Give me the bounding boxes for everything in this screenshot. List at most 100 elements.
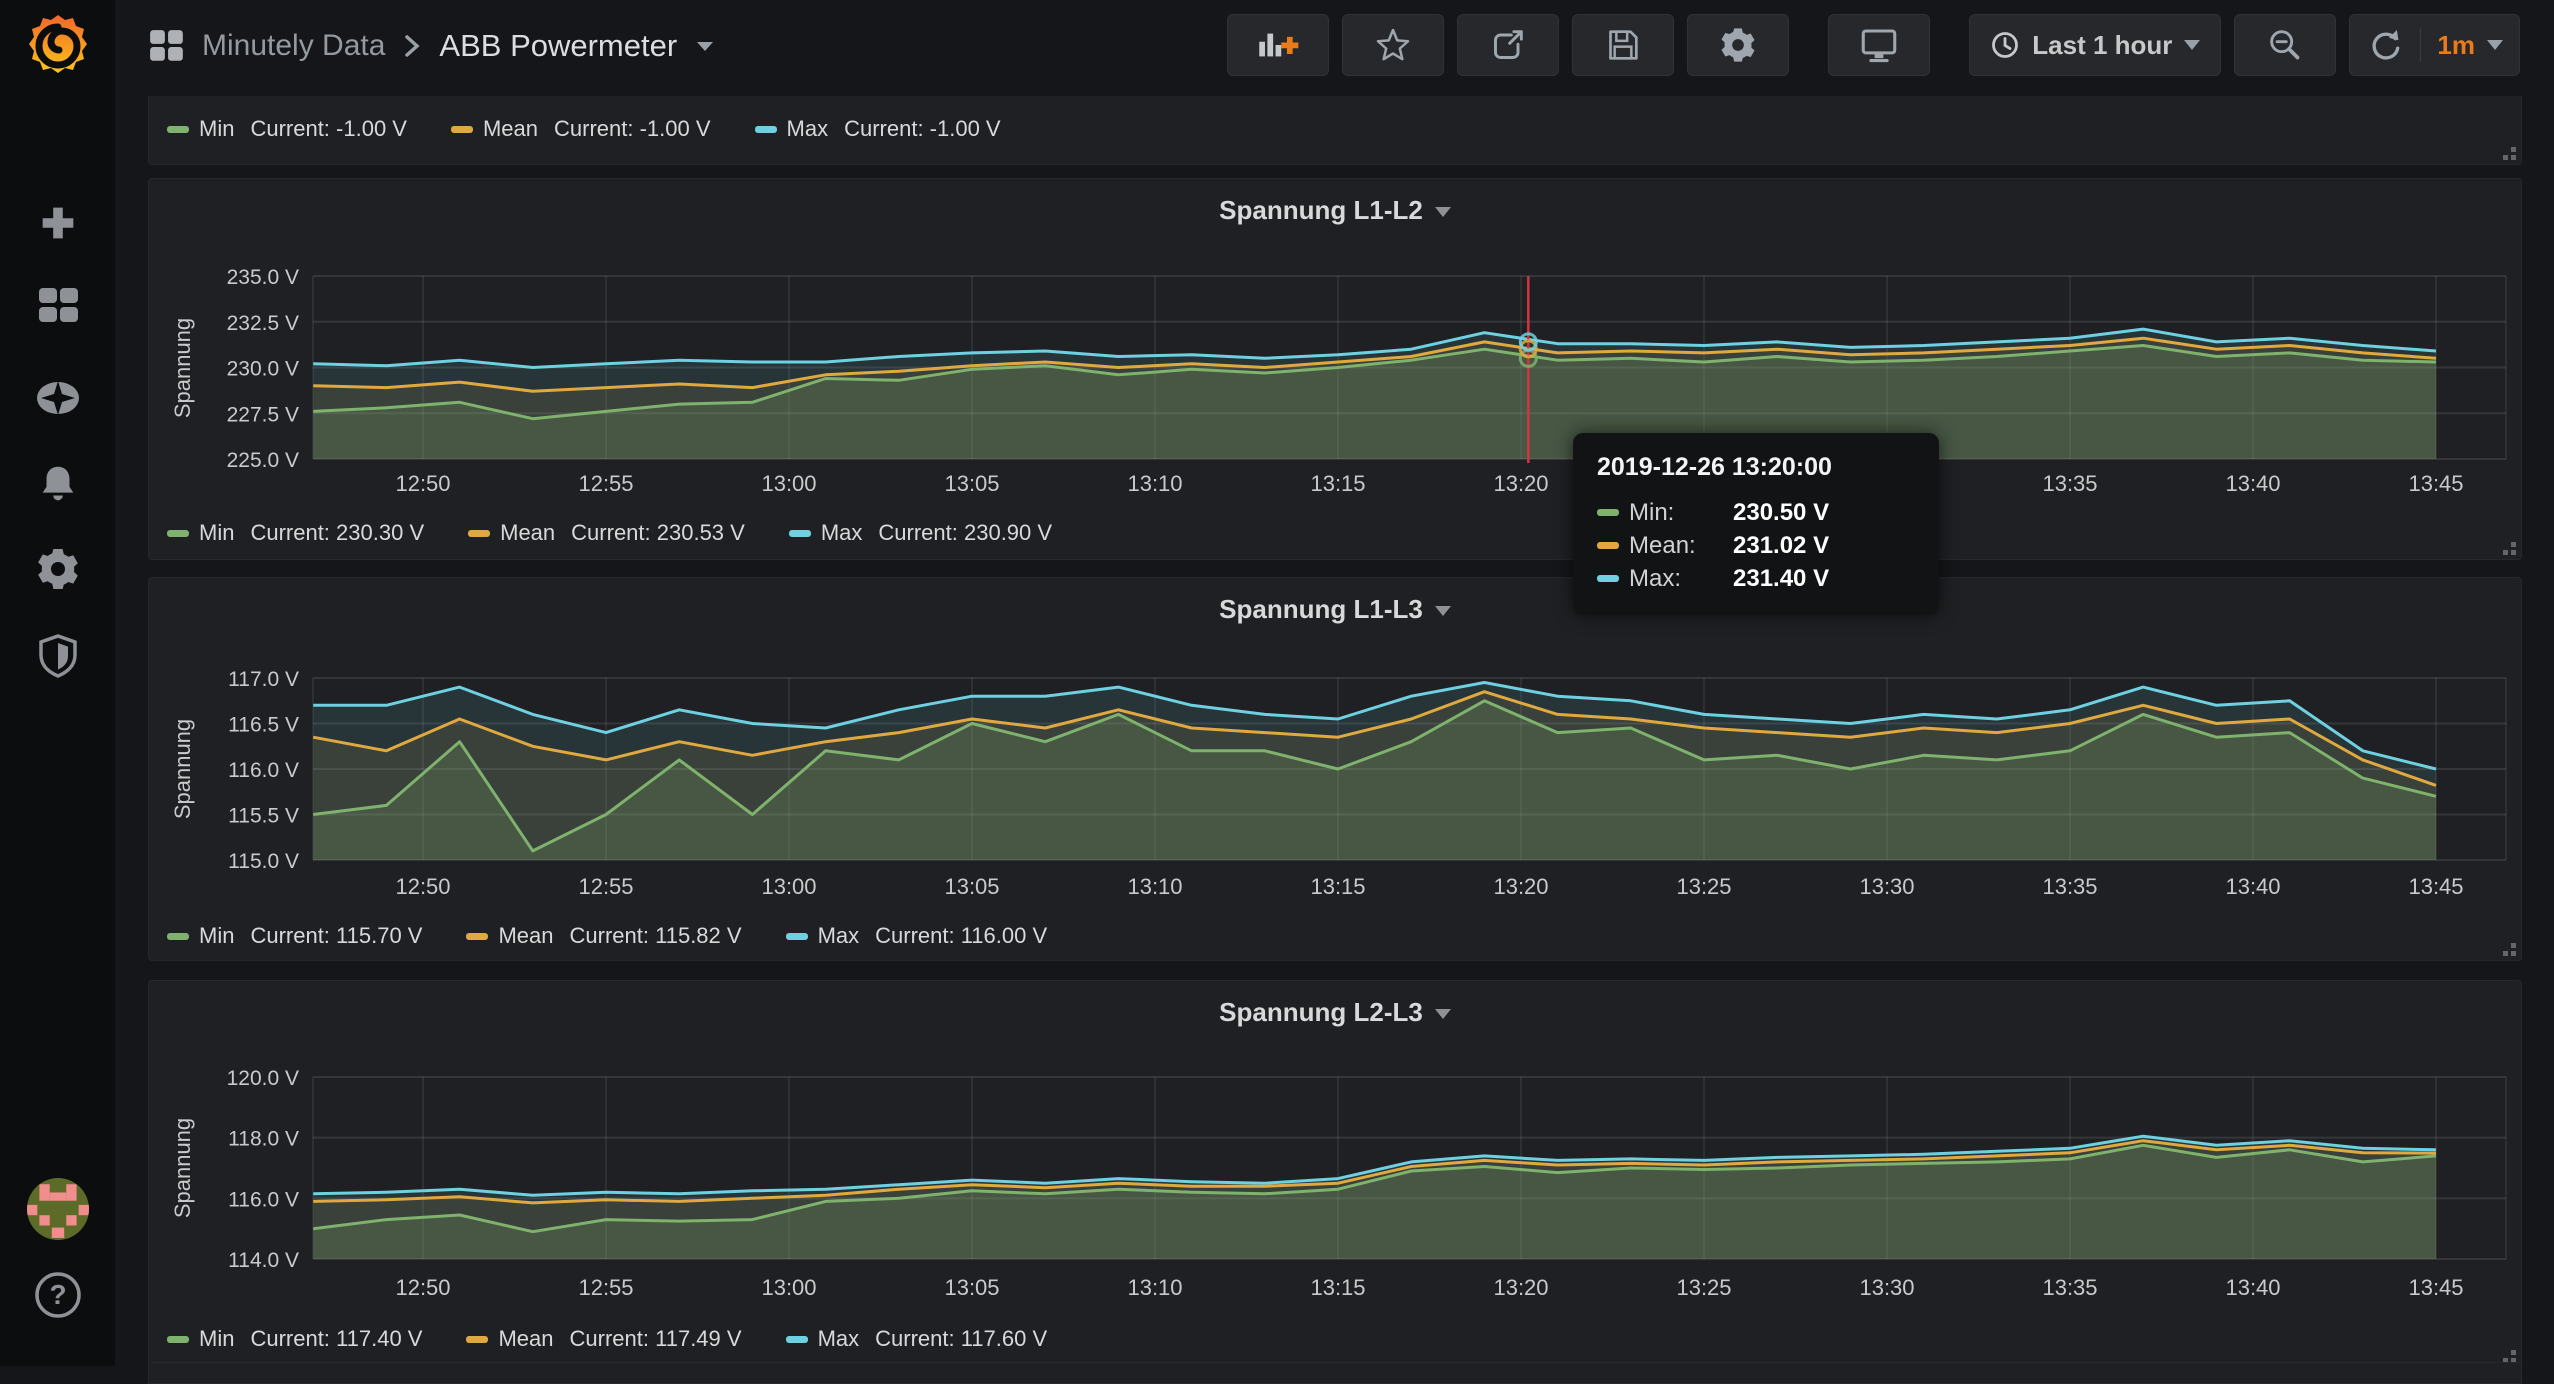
legend-item-mean[interactable]: Mean Current: -1.00 V xyxy=(451,116,711,142)
panel-resize-handle[interactable] xyxy=(2503,542,2516,555)
panel-spannung-l2-l3: Spannung L2-L3Spannung120.0 V118.0 V116.… xyxy=(148,980,2522,1368)
chart-tooltip: 2019-12-26 13:20:00 Min: 230.50 V Mean: … xyxy=(1573,433,1939,615)
legend-item-max[interactable]: Max Current: -1.00 V xyxy=(755,116,1001,142)
explore-icon[interactable] xyxy=(0,372,115,424)
refresh-interval-caret xyxy=(2487,40,2503,50)
refresh-button[interactable]: 1m xyxy=(2349,14,2520,76)
x-tick-label: 13:20 xyxy=(1493,471,1548,496)
series-swatch xyxy=(167,530,189,537)
legend-item-max[interactable]: MaxCurrent: 117.60 V xyxy=(786,1326,1048,1352)
series-swatch xyxy=(1597,542,1619,549)
y-tick-label: 114.0 V xyxy=(228,1249,299,1272)
panel-spannung-l1-l2: Spannung L1-L2Spannung235.0 V232.5 V230.… xyxy=(148,178,2522,560)
y-tick-label: 225.0 V xyxy=(227,449,299,472)
chart-canvas[interactable]: 235.0 V232.5 V230.0 V227.5 V225.0 V12:50… xyxy=(149,179,2521,559)
save-button[interactable] xyxy=(1572,14,1674,76)
cycle-view-button[interactable] xyxy=(1828,14,1930,76)
legend-series-name: Max xyxy=(818,1326,860,1352)
dashboards-icon[interactable] xyxy=(0,282,115,330)
grafana-logo-icon[interactable] xyxy=(0,12,115,80)
panel-current-partial: Min Current: -1.00 V Mean Current: -1.00… xyxy=(148,96,2522,165)
svg-text:?: ? xyxy=(49,1279,66,1310)
x-tick-label: 13:10 xyxy=(1127,471,1182,496)
legend-series-name: Mean xyxy=(498,1326,553,1352)
legend-item-mean[interactable]: MeanCurrent: 117.49 V xyxy=(466,1326,741,1352)
x-tick-label: 13:45 xyxy=(2408,471,2463,496)
x-tick-label: 13:40 xyxy=(2225,874,2280,899)
breadcrumb-dashboard[interactable]: ABB Powermeter xyxy=(439,28,677,64)
configuration-icon[interactable] xyxy=(0,545,115,593)
x-tick-label: 13:30 xyxy=(1859,1275,1914,1300)
legend-item-max[interactable]: MaxCurrent: 116.00 V xyxy=(786,923,1048,949)
x-tick-label: 13:20 xyxy=(1493,1275,1548,1300)
series-swatch xyxy=(786,1336,808,1343)
x-tick-label: 13:15 xyxy=(1310,471,1365,496)
x-tick-label: 13:40 xyxy=(2225,471,2280,496)
legend-current-value: Current: 230.53 V xyxy=(571,520,745,546)
grafana-dashboard: { "colors":{"min":"#7eb26d","mean":"#e0a… xyxy=(0,0,2554,1366)
breadcrumb: Minutely Data ABB Powermeter xyxy=(148,22,713,70)
series-swatch xyxy=(468,530,490,537)
series-swatch xyxy=(167,1336,189,1343)
series-swatch xyxy=(1597,509,1619,516)
panel-resize-handle[interactable] xyxy=(2503,943,2516,956)
breadcrumb-folder[interactable]: Minutely Data xyxy=(202,29,385,63)
zoom-out-button[interactable] xyxy=(2234,14,2336,76)
legend-item-min[interactable]: MinCurrent: 115.70 V xyxy=(167,923,422,949)
dashboard-grid-icon[interactable] xyxy=(148,28,186,64)
x-tick-label: 13:10 xyxy=(1127,1275,1182,1300)
chevron-right-icon xyxy=(401,31,423,61)
tooltip-row-min: Min: 230.50 V xyxy=(1597,496,1915,529)
chart-canvas[interactable]: 120.0 V118.0 V116.0 V114.0 V12:5012:5513… xyxy=(149,981,2521,1367)
x-tick-label: 13:05 xyxy=(944,1275,999,1300)
series-swatch xyxy=(789,530,811,537)
x-tick-label: 13:05 xyxy=(944,471,999,496)
time-range-label: Last 1 hour xyxy=(2032,30,2172,61)
x-tick-label: 13:15 xyxy=(1310,1275,1365,1300)
dashboard-dropdown-caret[interactable] xyxy=(697,42,713,51)
legend-current-value: Current: 230.90 V xyxy=(878,520,1052,546)
x-tick-label: 13:15 xyxy=(1310,874,1365,899)
tooltip-row-mean: Mean: 231.02 V xyxy=(1597,529,1915,562)
series-swatch xyxy=(167,126,189,133)
x-tick-label: 13:35 xyxy=(2042,874,2097,899)
y-tick-label: 115.5 V xyxy=(228,805,299,828)
legend-item-mean[interactable]: MeanCurrent: 115.82 V xyxy=(466,923,741,949)
x-tick-label: 13:45 xyxy=(2408,1275,2463,1300)
legend-series-name: Max xyxy=(821,520,863,546)
legend-series-name: Min xyxy=(199,1326,234,1352)
panel-resize-handle[interactable] xyxy=(2503,147,2516,160)
x-tick-label: 13:25 xyxy=(1676,874,1731,899)
chart-canvas[interactable]: 117.0 V116.5 V116.0 V115.5 V115.0 V12:50… xyxy=(149,578,2521,960)
x-tick-label: 13:20 xyxy=(1493,874,1548,899)
clock-icon xyxy=(1990,30,2020,60)
create-icon[interactable] xyxy=(0,200,115,246)
legend-item-mean[interactable]: MeanCurrent: 230.53 V xyxy=(468,520,745,546)
panel-settings-button[interactable] xyxy=(1687,14,1789,76)
add-panel-button[interactable] xyxy=(1227,14,1329,76)
y-tick-label: 120.0 V xyxy=(227,1067,299,1090)
x-tick-label: 12:50 xyxy=(395,471,450,496)
legend-item-min[interactable]: Min Current: -1.00 V xyxy=(167,116,407,142)
y-tick-label: 116.0 V xyxy=(228,1188,299,1211)
avatar[interactable] xyxy=(0,1178,115,1240)
y-tick-label: 118.0 V xyxy=(228,1128,299,1151)
legend-item-min[interactable]: MinCurrent: 230.30 V xyxy=(167,520,424,546)
toolbar: Last 1 hour 1m xyxy=(1227,14,2520,76)
x-tick-label: 13:00 xyxy=(761,471,816,496)
series-swatch xyxy=(466,1336,488,1343)
alerting-icon[interactable] xyxy=(0,462,115,508)
x-tick-label: 13:35 xyxy=(2042,1275,2097,1300)
legend-current-value: Current: 116.00 V xyxy=(875,923,1047,949)
legend-item-max[interactable]: Max Current: 230.90 V xyxy=(789,520,1052,546)
help-icon[interactable]: ? xyxy=(0,1270,115,1320)
legend-item-min[interactable]: MinCurrent: 117.40 V xyxy=(167,1326,422,1352)
star-button[interactable] xyxy=(1342,14,1444,76)
server-admin-icon[interactable] xyxy=(0,632,115,680)
share-button[interactable] xyxy=(1457,14,1559,76)
x-tick-label: 12:50 xyxy=(395,1275,450,1300)
y-tick-label: 116.5 V xyxy=(228,714,299,737)
tooltip-row-max: Max: 231.40 V xyxy=(1597,562,1915,595)
time-picker-button[interactable]: Last 1 hour xyxy=(1969,14,2221,76)
x-tick-label: 13:10 xyxy=(1127,874,1182,899)
